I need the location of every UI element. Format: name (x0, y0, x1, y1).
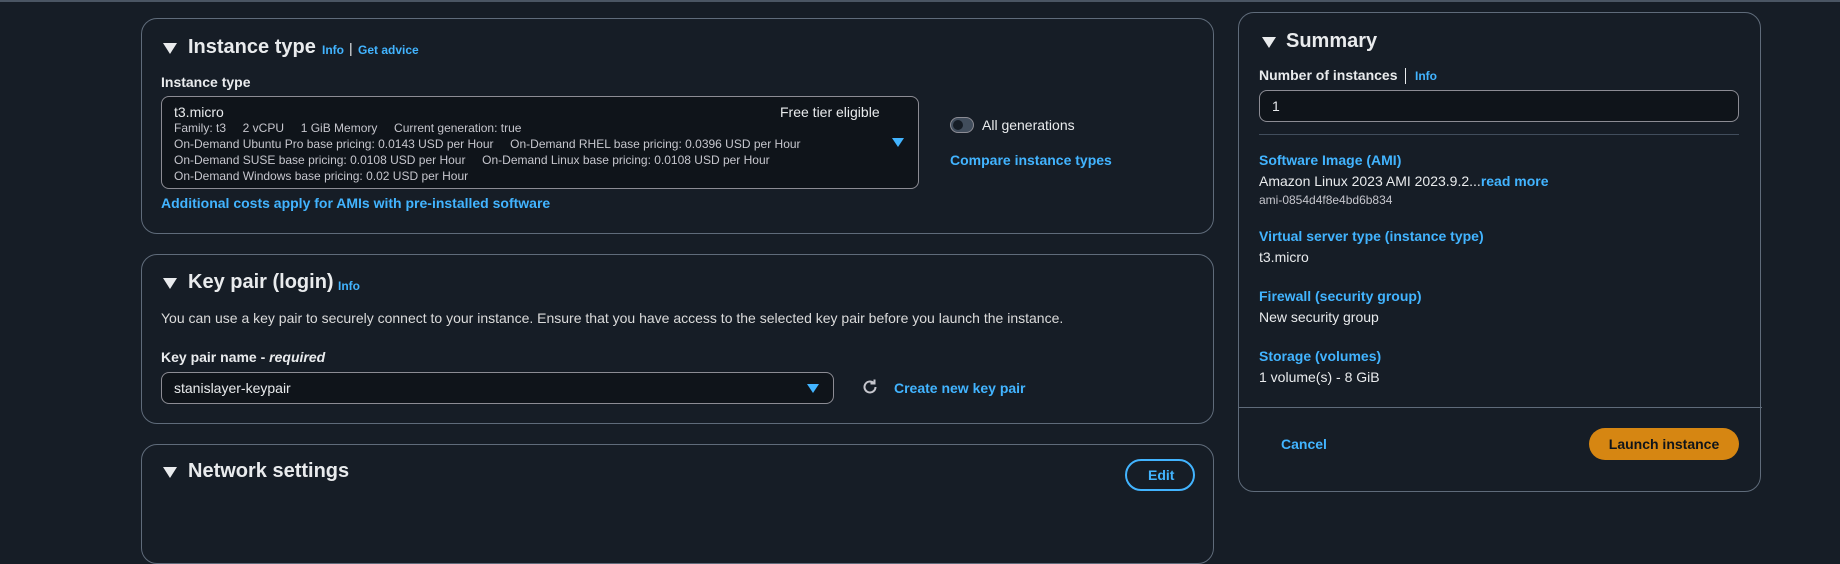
collapse-caret-icon[interactable] (163, 43, 177, 54)
network-edit-button[interactable]: Edit (1125, 459, 1195, 491)
instance-type-field-label: Instance type (161, 74, 251, 90)
collapse-caret-icon[interactable] (1262, 37, 1276, 48)
dropdown-caret-icon (807, 384, 819, 393)
key-pair-title: Key pair (login) (188, 271, 334, 293)
number-of-instances-info-link[interactable]: Info (1415, 69, 1437, 83)
instance-details-line-4: On-Demand Windows base pricing: 0.02 USD… (174, 169, 469, 183)
all-generations-toggle[interactable] (950, 117, 974, 133)
selected-instance-name: t3.micro (174, 104, 224, 120)
number-of-instances-value: 1 (1272, 98, 1280, 114)
key-pair-panel: Key pair (login) Info You can use a key … (141, 254, 1214, 424)
firewall-link[interactable]: Firewall (security group) (1259, 288, 1422, 304)
key-pair-info-link[interactable]: Info (338, 279, 360, 293)
get-advice-link[interactable]: Get advice (358, 43, 419, 57)
summary-title: Summary (1286, 30, 1378, 52)
software-image-link[interactable]: Software Image (AMI) (1259, 152, 1401, 168)
top-divider (0, 0, 1840, 2)
number-of-instances-input[interactable]: 1 (1259, 90, 1739, 122)
storage-link[interactable]: Storage (volumes) (1259, 348, 1381, 364)
virtual-server-type-link[interactable]: Virtual server type (instance type) (1259, 228, 1484, 244)
compare-instance-types-link[interactable]: Compare instance types (950, 152, 1112, 168)
additional-costs-link[interactable]: Additional costs apply for AMIs with pre… (161, 195, 550, 211)
launch-instance-button[interactable]: Launch instance (1589, 428, 1739, 460)
instance-details-line-3: On-Demand SUSE base pricing: 0.0108 USD … (174, 153, 770, 167)
instance-type-title: Instance type (188, 36, 316, 58)
read-more-link[interactable]: read more (1481, 173, 1549, 189)
key-pair-name-label: Key pair name - required (161, 349, 326, 365)
virtual-server-type-value: t3.micro (1259, 249, 1309, 265)
firewall-value: New security group (1259, 309, 1379, 325)
ami-value: Amazon Linux 2023 AMI 2023.9.2...read mo… (1259, 173, 1549, 189)
key-pair-description: You can use a key pair to securely conne… (161, 310, 1064, 326)
dropdown-caret-icon (892, 138, 904, 147)
summary-divider (1259, 134, 1739, 135)
key-pair-select[interactable]: stanislayer-keypair (161, 372, 834, 404)
selected-key-pair: stanislayer-keypair (174, 380, 291, 396)
instance-type-info-link[interactable]: Info (322, 43, 344, 57)
refresh-icon[interactable] (861, 378, 879, 396)
free-tier-badge: Free tier eligible (780, 104, 880, 120)
network-settings-title: Network settings (188, 460, 350, 482)
label-divider (1405, 68, 1406, 84)
network-settings-panel: Network settings Edit (141, 444, 1214, 564)
storage-value: 1 volume(s) - 8 GiB (1259, 369, 1380, 385)
ami-id: ami-0854d4f8e4bd6b834 (1259, 193, 1393, 207)
instance-type-panel: Instance type Info | Get advice Instance… (141, 18, 1214, 234)
summary-panel: Summary Number of instances Info 1 Softw… (1238, 12, 1762, 492)
cancel-button[interactable]: Cancel (1281, 436, 1327, 452)
edit-label: Edit (1148, 467, 1175, 483)
collapse-caret-icon[interactable] (163, 278, 177, 289)
create-new-key-pair-link[interactable]: Create new key pair (894, 380, 1026, 396)
number-of-instances-label: Number of instances (1259, 67, 1398, 83)
launch-instance-label: Launch instance (1608, 436, 1720, 452)
instance-type-select[interactable]: t3.micro Free tier eligible Family: t3 2… (161, 96, 919, 189)
instance-details-line-2: On-Demand Ubuntu Pro base pricing: 0.014… (174, 137, 801, 151)
all-generations-label: All generations (982, 117, 1075, 133)
summary-footer-divider (1239, 407, 1762, 408)
instance-details-line-1: Family: t3 2 vCPU 1 GiB Memory Current g… (174, 121, 522, 135)
info-divider: | (349, 40, 353, 56)
required-label: required (269, 349, 326, 365)
